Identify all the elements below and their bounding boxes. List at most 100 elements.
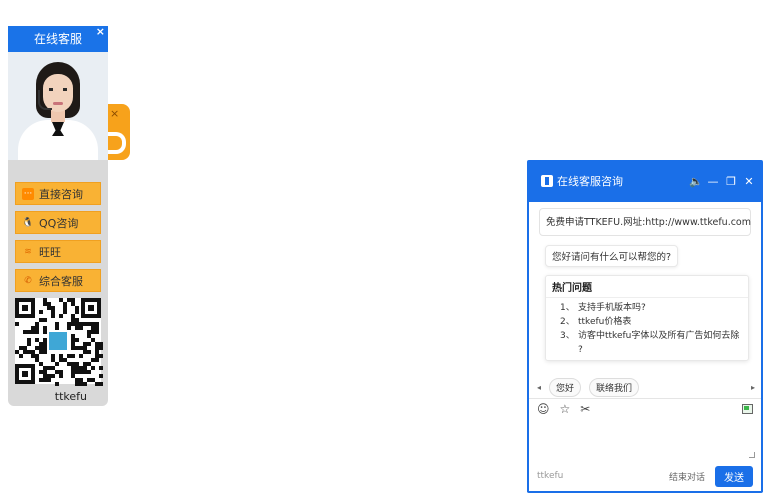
qr-module [87, 342, 91, 346]
qq-consult-button[interactable]: 🐧 QQ咨询 [15, 211, 101, 234]
qr-module [75, 310, 79, 314]
general-service-label: 综合客服 [39, 274, 83, 288]
qr-module [35, 330, 39, 334]
hot-question-number: 1、 [560, 303, 575, 313]
wangwang-icon: ≋ [24, 246, 32, 257]
qr-module [83, 382, 87, 386]
qr-module [59, 314, 63, 318]
qr-code [15, 298, 103, 386]
notice-message: 免费申请TTKEFU.网址:http://www.ttkefu.com [539, 208, 751, 236]
hot-question-item[interactable]: 3、 访客中ttkefu字体以及所有广告如何去除 [560, 329, 748, 343]
qr-module [19, 354, 23, 358]
scroll-left-icon[interactable]: ◂ [537, 383, 541, 392]
restore-icon[interactable]: ❐ [725, 175, 737, 188]
qr-module [43, 350, 47, 354]
qr-module [87, 350, 91, 354]
qr-module [51, 374, 55, 378]
chat-footer: ttkefu 结束对话 发送 [529, 464, 761, 488]
hot-question-item[interactable]: 2、 ttkefu价格表 [560, 315, 748, 329]
minimize-icon[interactable]: — [707, 175, 719, 188]
wangwang-button[interactable]: ≋ 旺旺 [15, 240, 101, 263]
quick-reply-chip[interactable]: 联络我们 [589, 378, 640, 397]
hot-question-number [560, 343, 578, 357]
qr-finder [15, 298, 35, 318]
qr-module [87, 370, 91, 374]
qr-module [59, 374, 63, 378]
phone-icon: ✆ [24, 275, 32, 286]
resize-handle-icon[interactable] [749, 452, 755, 458]
qr-module [99, 382, 103, 386]
qr-module [71, 354, 75, 358]
float-tab-ring-icon [108, 132, 126, 154]
qr-module [75, 338, 79, 342]
agent-photo [8, 52, 108, 160]
scroll-right-icon[interactable]: ▸ [751, 383, 755, 392]
quick-replies: ◂ 您好 联络我们 ▸ [537, 378, 755, 397]
hot-question-item[interactable]: ? [560, 343, 748, 357]
chat-messages: 免费申请TTKEFU.网址:http://www.ttkefu.com 您好请问… [529, 202, 761, 361]
hot-question-text: 支持手机版本吗? [578, 303, 646, 313]
scissors-icon[interactable]: ✂ [580, 402, 590, 416]
qr-module [99, 346, 103, 350]
qr-module [43, 318, 47, 322]
qr-module [15, 322, 19, 326]
qr-module [27, 342, 31, 346]
greeting-message: 您好请问有什么可以帮您的? [545, 245, 679, 267]
emoji-icon[interactable]: ☺ [537, 402, 550, 416]
hot-question-item[interactable]: 1、 支持手机版本吗? [560, 301, 748, 315]
hot-questions-card: 热门问题 1、 支持手机版本吗? 2、 ttkefu价格表 3、 访客中ttke… [545, 275, 749, 361]
qr-module [39, 310, 43, 314]
image-icon[interactable] [742, 403, 753, 414]
qr-module [95, 358, 99, 362]
qq-consult-label: QQ咨询 [39, 216, 79, 230]
hot-question-number: 3、 [560, 331, 575, 341]
service-buttons: ··· 直接咨询 🐧 QQ咨询 ≋ 旺旺 ✆ 综合客服 ttkefu [8, 160, 108, 403]
qr-module [63, 310, 67, 314]
service-float-panel: 在线客服 × ··· 直接咨询 🐧 QQ咨询 ≋ 旺旺 ✆ 综合客服 ttkef… [8, 26, 108, 406]
footer-brand: ttkefu [537, 471, 564, 481]
chat-logo-icon [541, 175, 553, 187]
hot-question-text: ? [578, 345, 583, 355]
quick-reply-chip[interactable]: 您好 [549, 378, 582, 397]
qq-penguin-icon: 🐧 [22, 217, 34, 228]
qr-finder [15, 364, 35, 384]
qr-finder [81, 298, 101, 318]
qr-module [99, 366, 103, 370]
hot-questions-list: 1、 支持手机版本吗? 2、 ttkefu价格表 3、 访客中ttkefu字体以… [546, 298, 748, 357]
qr-module [99, 354, 103, 358]
close-icon[interactable]: ✕ [743, 175, 755, 188]
qr-module [79, 354, 83, 358]
message-input[interactable] [533, 420, 757, 460]
star-icon[interactable]: ☆ [560, 402, 571, 416]
send-button[interactable]: 发送 [715, 465, 753, 487]
chat-title: 在线客服咨询 [557, 175, 623, 188]
qr-module [47, 378, 51, 382]
qr-module [95, 330, 99, 334]
hot-question-number: 2、 [560, 317, 575, 327]
qr-module [79, 326, 83, 330]
float-tab-close-icon[interactable]: × [110, 108, 119, 120]
general-service-button[interactable]: ✆ 综合客服 [15, 269, 101, 292]
agent-photo-mouth [53, 102, 63, 105]
service-panel-brand: ttkefu [54, 390, 87, 403]
service-panel-header: 在线客服 × [8, 26, 108, 52]
hot-question-text: 访客中ttkefu字体以及所有广告如何去除 [578, 331, 740, 341]
direct-consult-label: 直接咨询 [39, 187, 83, 201]
end-chat-button[interactable]: 结束对话 [669, 470, 705, 483]
qr-module [55, 382, 59, 386]
chat-header: 在线客服咨询 🔈 — ❐ ✕ [529, 160, 761, 202]
chat-bubble-icon: ··· [22, 187, 34, 200]
wangwang-label: 旺旺 [39, 245, 61, 259]
qr-module [55, 326, 59, 330]
qr-module [43, 330, 47, 334]
chat-window: 在线客服咨询 🔈 — ❐ ✕ 免费申请TTKEFU.网址:http://www.… [527, 160, 763, 493]
direct-consult-button[interactable]: ··· 直接咨询 [15, 182, 101, 205]
qr-logo-icon [47, 330, 69, 352]
hot-questions-title: 热门问题 [546, 276, 748, 298]
headset-icon [38, 90, 52, 110]
qr-module [67, 326, 71, 330]
chat-window-controls: 🔈 — ❐ ✕ [689, 175, 755, 188]
service-panel-close-icon[interactable]: × [96, 26, 105, 45]
qr-module [51, 314, 55, 318]
sound-icon[interactable]: 🔈 [689, 175, 703, 188]
